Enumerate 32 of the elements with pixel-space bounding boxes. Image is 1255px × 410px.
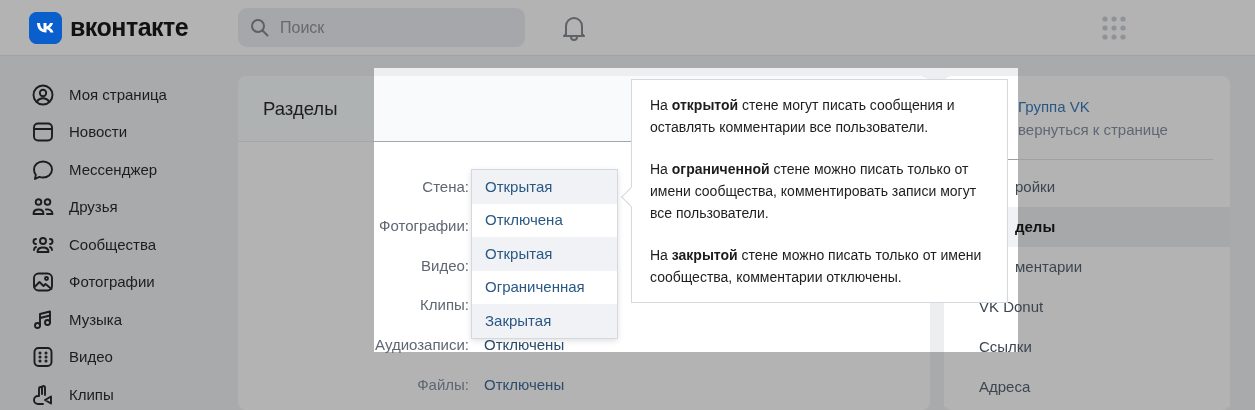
- field-value[interactable]: Отключены: [484, 373, 565, 396]
- field-label: Аудиозаписи:: [374, 334, 469, 355]
- nav-item[interactable]: Новости: [0, 113, 238, 151]
- dropdown-option[interactable]: Открытая: [472, 170, 617, 204]
- hand-icon: [31, 382, 55, 407]
- tooltip-paragraph: На открытой стене могут писать сообщения и оставлять комментарии все пользователи.: [650, 96, 956, 137]
- field-label: Файлы:: [416, 374, 469, 395]
- nav-item[interactable]: Музыка: [0, 301, 238, 339]
- group-name[interactable]: Группа VK: [1018, 96, 1230, 119]
- nav-item[interactable]: Видео: [0, 338, 238, 376]
- field-label: Видео:: [420, 255, 469, 276]
- field-label: Стена:: [421, 176, 469, 197]
- apps-grid-icon[interactable]: [1102, 15, 1126, 40]
- logo-text: вконтакте: [70, 11, 189, 43]
- logo-icon[interactable]: [29, 11, 62, 44]
- dropdown-option[interactable]: Отключена: [472, 203, 617, 238]
- search-icon: [250, 18, 270, 38]
- section-title: Разделы: [263, 96, 338, 121]
- nav-item[interactable]: Фотографии: [0, 263, 238, 301]
- nav-item[interactable]: Клипы: [0, 376, 238, 410]
- nav-item[interactable]: Друзья: [0, 188, 238, 226]
- user-circle-icon: [31, 82, 55, 107]
- search-field[interactable]: Поиск: [238, 8, 525, 47]
- dice-icon: [31, 345, 55, 370]
- field-label: Клипы:: [419, 295, 469, 316]
- dropdown-option[interactable]: Ограниченная: [472, 270, 617, 305]
- field-label: Фотографии:: [378, 216, 469, 237]
- dropdown-option[interactable]: Открытая: [472, 237, 617, 271]
- nav-item[interactable]: Сообщества: [0, 226, 238, 264]
- nav-item[interactable]: Мессенджер: [0, 151, 238, 189]
- nav-item[interactable]: Моя страница: [0, 76, 238, 114]
- dropdown-option[interactable]: Закрытая: [472, 304, 617, 338]
